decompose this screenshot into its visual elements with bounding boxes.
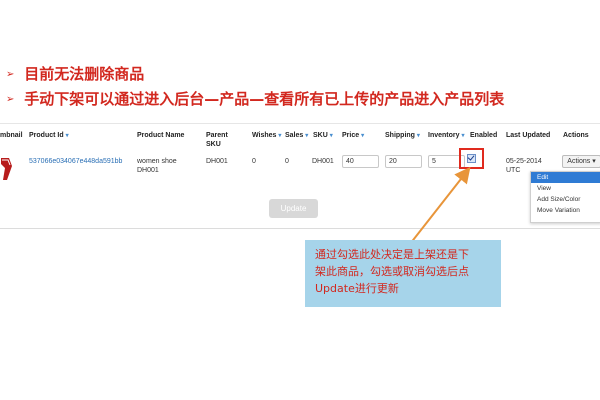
header-enabled: Enabled (470, 132, 498, 139)
product-name: women shoe DH001 (137, 158, 177, 174)
sort-icon: ▾ (305, 133, 309, 139)
sort-icon: ▾ (416, 133, 420, 139)
header-sales[interactable]: Sales ▾ (285, 131, 308, 141)
sort-icon: ▾ (65, 133, 69, 139)
sort-icon: ▾ (278, 133, 282, 139)
price-input[interactable]: 40 (342, 155, 379, 168)
menu-item-edit[interactable]: Edit (531, 172, 600, 183)
bullet-1: ➢ 目前无法删除商品 (6, 63, 144, 84)
header-parent-sku: Parent SKU (206, 132, 228, 148)
sku: DH001 (312, 158, 334, 165)
bullet-1-text: 目前无法删除商品 (24, 65, 145, 83)
sort-icon: ▾ (329, 133, 333, 139)
header-price[interactable]: Price ▾ (342, 131, 364, 141)
header-actions: Actions (563, 132, 589, 139)
header-inventory[interactable]: Inventory ▾ (428, 131, 464, 141)
menu-item-view[interactable]: View (531, 183, 600, 194)
bullet-2-text: 手动下架可以通过进入后台—产品—查看所有已上传的产品进入产品列表 (24, 90, 505, 108)
callout-line-1: 通过勾选此处决定是上架还是下 (315, 248, 469, 261)
product-table-panel: mbnail Product Id ▾ Product Name Parent … (0, 123, 600, 229)
update-button[interactable]: Update (269, 199, 318, 218)
sort-icon: ▾ (461, 133, 465, 139)
shipping-input[interactable]: 20 (385, 155, 422, 168)
callout-line-2: 架此商品，勾选或取消勾选后点 (315, 265, 469, 278)
bullet-arrow-icon: ➢ (6, 69, 15, 80)
highlight-box (459, 148, 484, 169)
header-thumbnail: mbnail (0, 132, 23, 139)
bullet-2: ➢ 手动下架可以通过进入后台—产品—查看所有已上传的产品进入产品列表 (6, 88, 504, 109)
callout-note: 通过勾选此处决定是上架还是下 架此商品，勾选或取消勾选后点 Update进行更新 (305, 240, 501, 307)
header-product-id[interactable]: Product Id ▾ (29, 131, 69, 141)
header-product-name: Product Name (137, 132, 185, 139)
bullet-arrow-icon: ➢ (6, 94, 15, 105)
callout-line-3: Update进行更新 (315, 282, 399, 295)
sales-count: 0 (285, 158, 289, 165)
header-sku[interactable]: SKU ▾ (313, 131, 333, 141)
header-wishes[interactable]: Wishes ▾ (252, 131, 281, 141)
actions-dropdown-button[interactable]: Actions ▾ (562, 155, 600, 168)
parent-sku: DH001 (206, 158, 228, 165)
menu-item-add-size-color[interactable]: Add Size/Color (531, 194, 600, 205)
product-id-link[interactable]: 537066e034067e448da591bb (29, 157, 122, 166)
chevron-down-icon: ▾ (592, 158, 596, 165)
product-thumbnail[interactable] (0, 154, 14, 184)
menu-item-move-variation[interactable]: Move Variation (531, 205, 600, 216)
actions-menu: Edit View Add Size/Color Move Variation (530, 171, 600, 223)
header-last-updated: Last Updated (506, 132, 551, 139)
header-shipping[interactable]: Shipping ▾ (385, 131, 420, 141)
sort-icon: ▾ (361, 133, 365, 139)
wishes-count: 0 (252, 158, 256, 165)
